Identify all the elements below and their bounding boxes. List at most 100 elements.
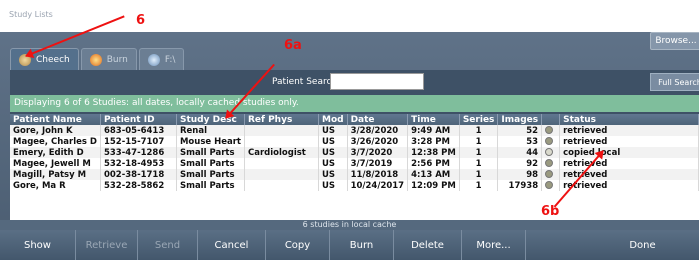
cell-modality: US <box>318 158 348 169</box>
cell-status-icon <box>541 147 561 158</box>
cell-images: 98 <box>497 169 543 180</box>
cell-ref-phys <box>244 125 319 136</box>
cache-status-text: 6 studies in local cache <box>0 220 699 230</box>
cell-ref-phys: Cardiologist <box>244 147 319 158</box>
cell-ref-phys <box>244 158 319 169</box>
table-row[interactable]: Magee, Charles D 152-15-7107 Mouse Heart… <box>10 136 699 147</box>
status-icon <box>545 170 554 178</box>
cell-study-desc: Small Parts <box>176 169 245 180</box>
burn-button[interactable]: Burn <box>330 230 394 260</box>
cell-images: 17938 <box>497 180 543 191</box>
cell-images: 92 <box>497 158 543 169</box>
table-row[interactable]: Magill, Patsy M 002-38-1718 Small Parts … <box>10 169 699 180</box>
cell-study-desc: Mouse Heart <box>176 136 245 147</box>
tab-label: Cheech <box>36 54 70 65</box>
more-button[interactable]: More... <box>462 230 526 260</box>
status-icon <box>545 159 554 167</box>
cell-time: 9:49 AM <box>407 125 460 136</box>
button-bar-spacer <box>526 230 586 260</box>
cell-date: 3/7/2020 <box>347 147 409 158</box>
cell-modality: US <box>318 169 348 180</box>
col-images[interactable]: Images <box>497 114 543 125</box>
tab-label: Burn <box>106 54 128 65</box>
annotation-6a: 6a <box>284 38 302 53</box>
cell-patient-name: Magee, Jewell M <box>10 158 101 169</box>
cell-patient-id: 683-05-6413 <box>100 125 177 136</box>
browse-button[interactable]: Browse... <box>650 32 699 50</box>
show-button[interactable]: Show <box>0 230 76 260</box>
tab-label: F:\ <box>164 54 176 65</box>
cancel-button[interactable]: Cancel <box>198 230 266 260</box>
col-series[interactable]: Series <box>459 114 499 125</box>
cell-modality: US <box>318 180 348 191</box>
cell-status-icon <box>541 169 561 180</box>
delete-button[interactable]: Delete <box>394 230 462 260</box>
cell-images: 44 <box>497 147 543 158</box>
cell-ref-phys <box>244 136 319 147</box>
col-patient-id[interactable]: Patient ID <box>100 114 177 125</box>
cell-date: 3/26/2020 <box>347 136 409 147</box>
cell-patient-name: Magill, Patsy M <box>10 169 101 180</box>
bottom-button-bar: Show Retrieve Send Cancel Copy Burn Dele… <box>0 230 699 260</box>
cell-time: 2:56 PM <box>407 158 460 169</box>
status-icon <box>545 137 554 145</box>
col-ref-phys[interactable]: Ref Phys <box>244 114 319 125</box>
col-date[interactable]: Date <box>347 114 409 125</box>
tab-burn[interactable]: Burn <box>80 48 137 70</box>
cell-patient-name: Gore, John K <box>10 125 101 136</box>
annotation-6: 6 <box>136 13 146 28</box>
cell-patient-name: Magee, Charles D <box>10 136 101 147</box>
full-search-button[interactable]: Full Search <box>650 73 699 91</box>
send-button[interactable]: Send <box>138 230 198 260</box>
cell-modality: US <box>318 136 348 147</box>
cell-patient-id: 002-38-1718 <box>100 169 177 180</box>
cell-time: 3:28 PM <box>407 136 460 147</box>
col-time[interactable]: Time <box>407 114 460 125</box>
cell-patient-id: 532-18-4953 <box>100 158 177 169</box>
info-bar: Displaying 6 of 6 Studies: all dates, lo… <box>10 95 699 112</box>
cell-time: 12:38 PM <box>407 147 460 158</box>
patient-search-input[interactable] <box>330 73 424 90</box>
cell-status: retrieved <box>559 180 699 191</box>
table-header-row: Patient Name Patient ID Study Desc Ref P… <box>10 114 699 125</box>
copy-button[interactable]: Copy <box>266 230 330 260</box>
tab-f-drive[interactable]: F:\ <box>138 48 185 70</box>
cell-series: 1 <box>459 125 499 136</box>
cell-patient-id: 532-28-5862 <box>100 180 177 191</box>
cell-time: 12:09 PM <box>407 180 460 191</box>
cell-status: copied local <box>559 147 699 158</box>
cell-study-desc: Small Parts <box>176 147 245 158</box>
search-row: Patient Search: Full Search <box>10 70 699 94</box>
cell-patient-name: Emery, Edith D <box>10 147 101 158</box>
col-patient-name[interactable]: Patient Name <box>10 114 101 125</box>
cell-status: retrieved <box>559 136 699 147</box>
cell-status: retrieved <box>559 125 699 136</box>
cell-series: 1 <box>459 136 499 147</box>
cell-series: 1 <box>459 158 499 169</box>
cell-modality: US <box>318 125 348 136</box>
status-icon <box>545 181 554 189</box>
table-row[interactable]: Gore, Ma R 532-28-5862 Small Parts US 10… <box>10 180 699 191</box>
status-icon <box>545 126 554 134</box>
cell-date: 3/28/2020 <box>347 125 409 136</box>
tab-cheech[interactable]: Cheech <box>10 48 79 70</box>
cell-status-icon <box>541 125 561 136</box>
cell-study-desc: Small Parts <box>176 180 245 191</box>
status-icon <box>545 148 554 156</box>
col-modality[interactable]: Mod <box>318 114 348 125</box>
col-status[interactable]: Status <box>559 114 699 125</box>
done-button[interactable]: Done <box>586 230 699 260</box>
table-row[interactable]: Gore, John K 683-05-6413 Renal US 3/28/2… <box>10 125 699 136</box>
window-title: Study Lists <box>9 10 53 19</box>
col-status-icon[interactable] <box>541 114 561 125</box>
window-titlebar: Study Lists <box>0 0 699 32</box>
cell-ref-phys <box>244 169 319 180</box>
retrieve-button[interactable]: Retrieve <box>76 230 138 260</box>
disc-burn-icon <box>89 53 102 66</box>
cell-status-icon <box>541 136 561 147</box>
cell-series: 1 <box>459 147 499 158</box>
cell-status: retrieved <box>559 158 699 169</box>
cell-patient-name: Gore, Ma R <box>10 180 101 191</box>
cell-time: 4:13 AM <box>407 169 460 180</box>
cell-series: 1 <box>459 180 499 191</box>
